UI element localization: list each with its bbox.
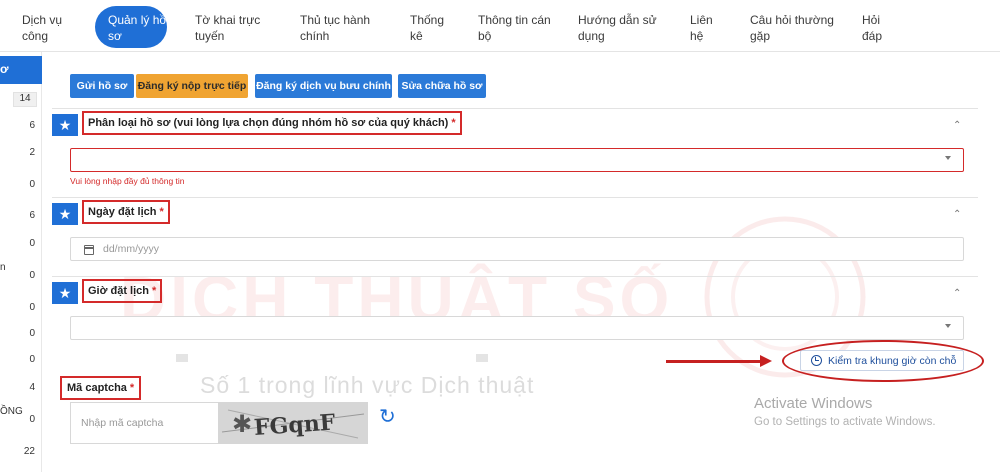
check-availability-button[interactable]: Kiểm tra khung giờ còn chỗ [800, 350, 964, 371]
captcha-noise: ✱ FGqnF [218, 402, 368, 444]
category-error-message: Vui lòng nhập đầy đủ thông tin [70, 176, 185, 186]
captcha-label: Mã captcha [67, 382, 127, 394]
edit-records-button[interactable]: Sửa chữa hồ sơ [398, 74, 486, 98]
refresh-icon[interactable]: ↻ [379, 404, 396, 429]
sidebar-count: 14 [13, 92, 37, 107]
annotation-arrow-head [760, 355, 772, 367]
nav-manage-records[interactable]: Quản lý hồ sơ [95, 6, 167, 48]
watermark-dot [476, 354, 488, 362]
date-input[interactable]: dd/mm/yyyy [70, 237, 964, 261]
nav-administrative-procedures[interactable]: Thủ tục hành chính [300, 12, 370, 44]
section-divider [52, 276, 978, 277]
sidebar-item-label: n [0, 262, 6, 273]
category-section-title: Phân loại hồ sơ (vui lòng lựa chọn đúng … [82, 111, 462, 135]
nav-user-guide[interactable]: Hướng dẫn sử dụng [578, 12, 657, 44]
calendar-icon[interactable] [84, 245, 94, 255]
star-icon: ★ [52, 203, 78, 225]
postal-service-button[interactable]: Đăng ký dịch vụ bưu chính [255, 74, 392, 98]
sidebar-count: 22 [23, 446, 35, 457]
nav-contact[interactable]: Liên hệ [690, 12, 713, 44]
required-marker: * [159, 206, 164, 218]
chevron-down-icon [945, 156, 951, 160]
sidebar-count: 0 [29, 179, 35, 190]
chevron-up-icon[interactable]: ⌃ [953, 120, 961, 131]
sidebar-count: 0 [29, 414, 35, 425]
chevron-down-icon [945, 324, 951, 328]
watermark-tagline: Số 1 trong lĩnh vực Dịch thuật [200, 372, 535, 398]
required-marker: * [129, 382, 135, 394]
required-marker: * [451, 117, 456, 129]
nav-statistics[interactable]: Thống kê [410, 12, 444, 44]
submit-records-button[interactable]: Gửi hồ sơ [70, 74, 134, 98]
nav-online-declaration[interactable]: Tờ khai trực tuyến [195, 12, 260, 44]
clock-icon [811, 355, 822, 366]
section-divider [52, 108, 978, 109]
nav-officer-info[interactable]: Thông tin cán bộ [478, 12, 551, 44]
star-icon: ★ [52, 282, 78, 304]
captcha-input[interactable]: Nhập mã captcha [70, 402, 218, 444]
required-marker: * [152, 285, 157, 297]
check-availability-label: Kiểm tra khung giờ còn chỗ [828, 355, 957, 367]
date-placeholder: dd/mm/yyyy [103, 243, 160, 255]
time-section-title: Giờ đặt lịch * [82, 279, 163, 303]
star-icon: ★ [52, 114, 78, 136]
sidebar-count: 2 [29, 147, 35, 158]
date-section-title: Ngày đặt lịch * [82, 200, 170, 224]
captcha-section-title: Mã captcha * [60, 376, 142, 400]
nav-qa[interactable]: Hỏi đáp [862, 12, 882, 44]
sidebar-count: 0 [29, 270, 35, 281]
activate-windows-subtitle: Go to Settings to activate Windows. [754, 416, 936, 428]
chevron-up-icon[interactable]: ⌃ [953, 288, 961, 299]
direct-submission-button[interactable]: Đăng ký nộp trực tiếp [136, 74, 248, 98]
section-divider [52, 197, 978, 198]
sidebar-count: 0 [29, 238, 35, 249]
sidebar: ơ 14 6 2 0 6 0 n 0 0 0 0 4 ỒNG 0 22 [0, 52, 42, 472]
sidebar-count: 0 [29, 354, 35, 365]
activate-windows-title: Activate Windows [754, 395, 873, 412]
nav-public-services[interactable]: Dịch vụ công [22, 12, 62, 44]
sidebar-count: 6 [29, 120, 35, 131]
sidebar-count: 0 [29, 302, 35, 313]
watermark-dot [176, 354, 188, 362]
svg-text:✱: ✱ [232, 410, 252, 438]
chevron-up-icon[interactable]: ⌃ [953, 209, 961, 220]
nav-faq[interactable]: Câu hỏi thường gặp [750, 12, 834, 44]
time-label: Giờ đặt lịch [88, 285, 149, 297]
sidebar-count: 6 [29, 210, 35, 221]
annotation-arrow [666, 360, 762, 363]
top-navigation: Dịch vụ công Quản lý hồ sơ Tờ khai trực … [0, 0, 1000, 52]
date-label: Ngày đặt lịch [88, 206, 157, 218]
sidebar-count: 0 [29, 328, 35, 339]
sidebar-count: 4 [29, 382, 35, 393]
captcha-image: ✱ FGqnF [218, 402, 368, 444]
category-select[interactable] [70, 148, 964, 172]
sidebar-active-item[interactable]: ơ [0, 56, 42, 84]
category-label: Phân loại hồ sơ (vui lòng lựa chọn đúng … [88, 117, 449, 129]
time-select[interactable] [70, 316, 964, 340]
